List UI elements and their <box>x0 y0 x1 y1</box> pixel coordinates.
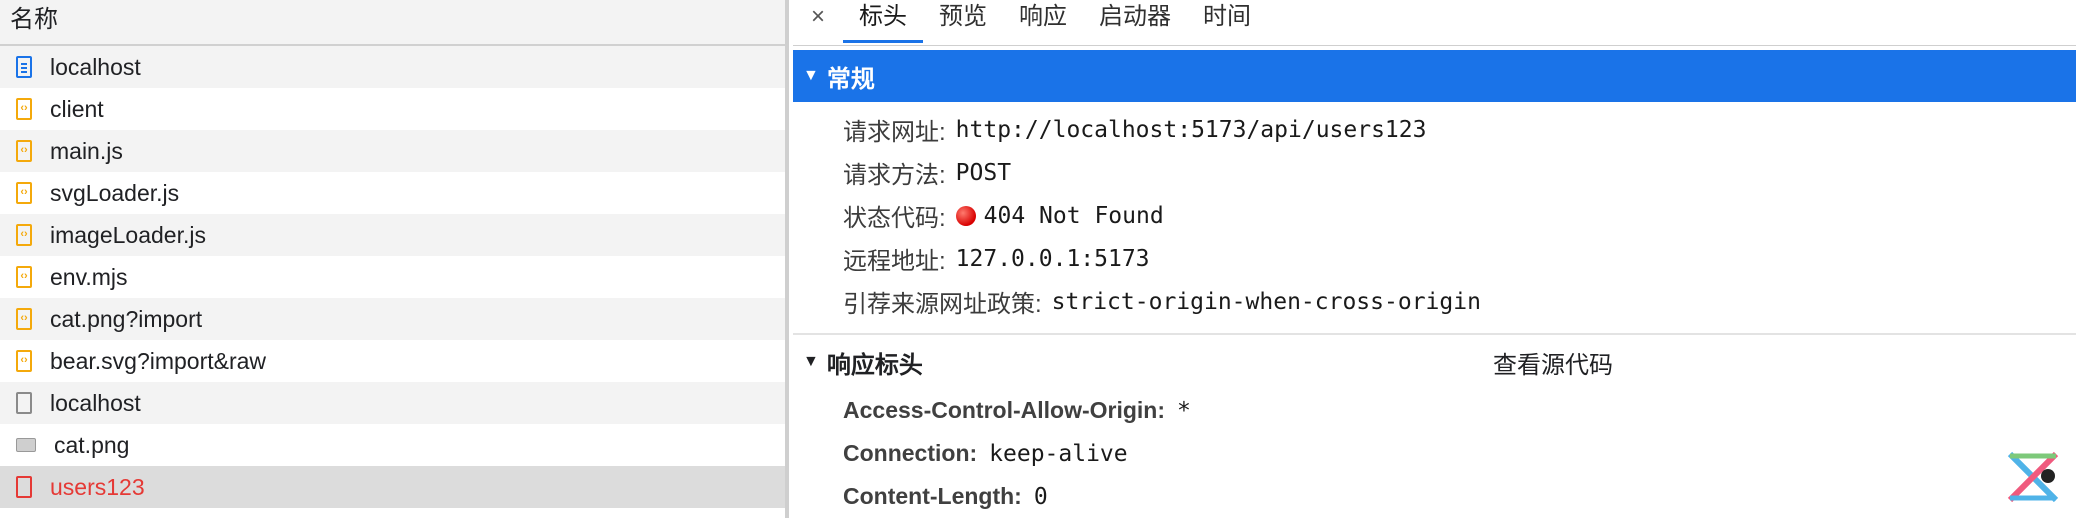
script-icon <box>16 182 32 204</box>
response-headers-title: 响应标头 <box>826 351 923 379</box>
name-column-header[interactable]: 名称 <box>0 0 785 46</box>
header-key: Connection: <box>843 440 978 466</box>
triangle-down-icon: ▼ <box>803 67 819 84</box>
script-icon <box>16 350 32 372</box>
request-name: bear.svg?import&raw <box>50 347 267 374</box>
tab-headers[interactable]: 标头 <box>843 0 923 45</box>
image-icon <box>16 438 36 452</box>
request-name: users123 <box>50 473 145 500</box>
request-url-label: 请求网址: <box>843 119 946 146</box>
general-section-header[interactable]: ▼ 常规 <box>793 50 2076 102</box>
status-code-row: 状态代码: 404 Not Found <box>793 194 2076 237</box>
blank-file-icon <box>16 392 32 414</box>
request-details-panel: × 标头 预览 响应 启动器 时间 ▼ 常规 请求网址: http://loca… <box>793 0 2076 518</box>
request-row[interactable]: cat.png?import <box>0 298 785 340</box>
header-value: 0 <box>1033 483 1048 510</box>
general-section-title: 常规 <box>826 65 875 93</box>
request-name: env.mjs <box>50 263 128 290</box>
status-code-value: 404 Not Found <box>983 202 1164 229</box>
response-headers-section-header[interactable]: ▼ 响应标头 查看源代码 <box>793 335 2076 389</box>
script-icon <box>16 224 32 246</box>
view-source-link[interactable]: 查看源代码 <box>1493 345 1613 380</box>
request-row[interactable]: users123 <box>0 466 785 508</box>
tab-initiator[interactable]: 启动器 <box>1083 0 1187 45</box>
header-key: Content-Length: <box>843 483 1022 509</box>
referrer-policy-label: 引荐来源网址政策: <box>843 291 1042 318</box>
request-list: localhost client main.js svgLoader.js imageL… <box>0 46 785 508</box>
request-url-value: http://localhost:5173/api/users123 <box>955 116 1427 143</box>
tab-timing[interactable]: 时间 <box>1187 0 1267 45</box>
response-header-row: Content-Length: 0 <box>793 475 2076 518</box>
remote-address-value: 127.0.0.1:5173 <box>955 245 1150 272</box>
remote-address-label: 远程地址: <box>843 248 946 275</box>
header-value: keep-alive <box>989 440 1128 467</box>
tab-response[interactable]: 响应 <box>1003 0 1083 45</box>
request-row[interactable]: env.mjs <box>0 256 785 298</box>
header-value: * <box>1177 397 1191 424</box>
script-icon <box>16 140 32 162</box>
request-name: imageLoader.js <box>50 221 206 248</box>
request-url-row: 请求网址: http://localhost:5173/api/users123 <box>793 108 2076 151</box>
error-status-icon <box>955 205 976 226</box>
request-row[interactable]: main.js <box>0 130 785 172</box>
request-row[interactable]: localhost <box>0 382 785 424</box>
request-method-value: POST <box>955 159 1012 186</box>
status-code-label: 状态代码: <box>843 205 946 232</box>
request-list-panel: 名称 localhost client main.js svgLoader.js ima… <box>0 0 789 518</box>
script-icon <box>16 98 32 120</box>
request-name: localhost <box>50 53 141 80</box>
request-row[interactable]: bear.svg?import&raw <box>0 340 785 382</box>
request-name: cat.png <box>54 431 130 458</box>
request-method-label: 请求方法: <box>843 162 946 189</box>
document-icon <box>16 56 32 78</box>
request-method-row: 请求方法: POST <box>793 151 2076 194</box>
request-name: cat.png?import <box>50 305 203 332</box>
details-tabbar: × 标头 预览 响应 启动器 时间 <box>793 0 2076 46</box>
request-name: client <box>50 95 104 122</box>
request-row[interactable]: cat.png <box>0 424 785 466</box>
request-name: localhost <box>50 389 141 416</box>
response-header-row: Access-Control-Allow-Origin: * <box>793 389 2076 432</box>
request-name: main.js <box>50 137 123 164</box>
request-row[interactable]: localhost <box>0 46 785 88</box>
request-name: svgLoader.js <box>50 179 180 206</box>
script-icon <box>16 266 32 288</box>
remote-address-row: 远程地址: 127.0.0.1:5173 <box>793 237 2076 280</box>
response-header-row: Connection: keep-alive <box>793 432 2076 475</box>
request-row[interactable]: imageLoader.js <box>0 214 785 256</box>
error-file-icon <box>16 476 32 498</box>
close-icon[interactable]: × <box>793 0 843 45</box>
referrer-policy-row: 引荐来源网址政策: strict-origin-when-cross-origi… <box>793 280 2076 323</box>
app-logo-icon <box>2007 451 2059 503</box>
header-key: Access-Control-Allow-Origin: <box>843 397 1166 423</box>
triangle-down-icon: ▼ <box>803 353 819 370</box>
referrer-policy-value: strict-origin-when-cross-origin <box>1051 288 1481 315</box>
request-row[interactable]: svgLoader.js <box>0 172 785 214</box>
tab-preview[interactable]: 预览 <box>923 0 1003 45</box>
request-row[interactable]: client <box>0 88 785 130</box>
script-icon <box>16 308 32 330</box>
